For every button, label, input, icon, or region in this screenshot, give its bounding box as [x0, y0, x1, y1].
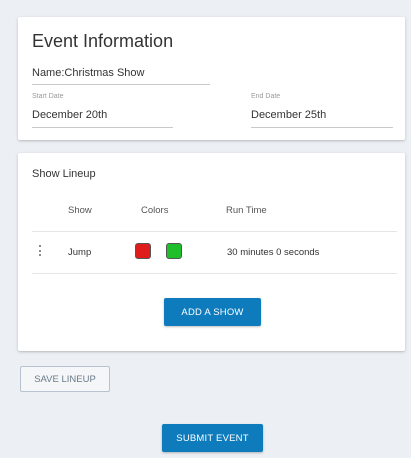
column-header-colors: Colors: [141, 205, 169, 216]
submit-event-button[interactable]: SUBMIT EVENT: [162, 424, 263, 452]
end-date-field[interactable]: End Date December 25th: [251, 93, 393, 128]
end-date-label: End Date: [251, 93, 281, 100]
event-information-card: Event Information Name:Christmas Show St…: [18, 17, 405, 140]
more-options-icon[interactable]: [38, 245, 42, 259]
event-name-text: Christmas Show: [64, 67, 145, 79]
show-lineup-card: Show Lineup Show Colors Run Time Jump 30…: [18, 153, 405, 351]
row-run-time: 30 minutes 0 seconds: [227, 247, 320, 258]
header-divider: [32, 231, 397, 232]
start-date-value: December 20th: [32, 109, 108, 121]
row-show-name: Jump: [68, 247, 92, 258]
start-date-label: Start Date: [32, 93, 64, 100]
color-swatch-red[interactable]: [135, 243, 151, 259]
start-date-underline: [32, 127, 173, 128]
row-divider: [32, 273, 397, 274]
event-information-title: Event Information: [32, 31, 174, 51]
add-show-button[interactable]: ADD A SHOW: [164, 298, 261, 326]
event-name-underline: [32, 84, 210, 85]
end-date-underline: [251, 127, 393, 128]
save-lineup-button[interactable]: SAVE LINEUP: [20, 366, 110, 392]
end-date-value: December 25th: [251, 109, 327, 121]
start-date-field[interactable]: Start Date December 20th: [32, 93, 173, 128]
show-lineup-title: Show Lineup: [32, 168, 96, 180]
event-name-field[interactable]: Name:Christmas Show: [32, 65, 210, 85]
event-name-label: Name:: [32, 67, 65, 79]
event-name-value: Name:Christmas Show: [32, 67, 144, 79]
color-swatch-green[interactable]: [166, 243, 182, 259]
column-header-show: Show: [68, 205, 92, 216]
column-header-run-time: Run Time: [226, 205, 267, 216]
